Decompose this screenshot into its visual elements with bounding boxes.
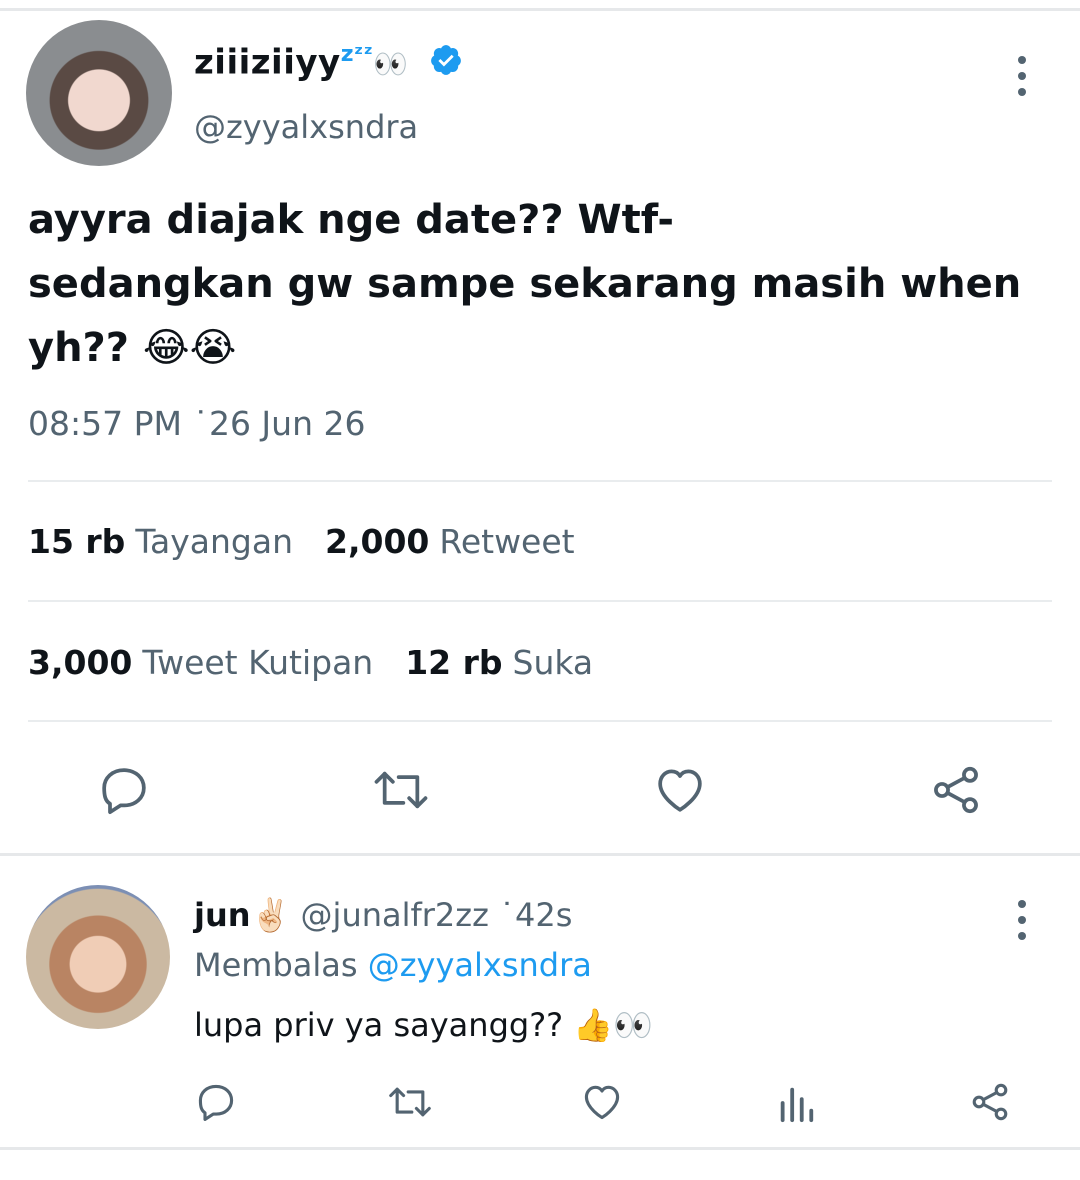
- reply-author-avatar[interactable]: [26, 885, 170, 1029]
- share-icon[interactable]: [968, 1080, 1012, 1124]
- likes-count: 12 rb: [405, 643, 503, 682]
- replying-to: Membalas @zyyalxsndra: [194, 946, 592, 984]
- like-icon[interactable]: [652, 762, 708, 818]
- author-name[interactable]: ziiiziiyyzᶻᶻ👀: [194, 42, 463, 82]
- likes-label: Suka: [512, 643, 594, 682]
- more-options-icon[interactable]: [1016, 56, 1028, 96]
- retweets-stat[interactable]: 2,000 Retweet: [325, 522, 607, 561]
- section-divider: [0, 853, 1080, 856]
- author-handle[interactable]: @zyyalxsndra: [194, 108, 418, 146]
- reply-icon[interactable]: [96, 762, 152, 818]
- views-label: Tayangan: [135, 522, 293, 561]
- views-count: 15 rb: [28, 522, 126, 561]
- top-divider: [0, 0, 1080, 11]
- views-stat[interactable]: 15 rb Tayangan: [28, 522, 325, 561]
- retweet-icon[interactable]: [386, 1080, 434, 1124]
- replying-to-prefix: Membalas: [194, 946, 358, 984]
- divider: [28, 720, 1052, 722]
- author-avatar[interactable]: [26, 20, 172, 166]
- retweets-label: Retweet: [439, 522, 575, 561]
- stats-row-2: 3,000 Tweet Kutipan 12 rb Suka: [28, 643, 625, 682]
- divider: [28, 480, 1052, 482]
- verified-badge-icon: [431, 45, 461, 76]
- author-display-name: ziiiziiyy: [194, 42, 341, 83]
- author-name-emoji: 👀: [373, 47, 409, 81]
- tweet-timestamp[interactable]: 08:57 PM ˙26 Jun 26: [28, 404, 365, 443]
- reply-icon[interactable]: [194, 1080, 238, 1124]
- more-options-icon[interactable]: [1016, 900, 1028, 940]
- quotes-label: Tweet Kutipan: [142, 643, 374, 682]
- quotes-stat[interactable]: 3,000 Tweet Kutipan: [28, 643, 405, 682]
- like-icon[interactable]: [580, 1080, 624, 1124]
- reply-time: ˙42s: [499, 896, 573, 934]
- reply-header: jun✌🏻 @junalfr2zz ˙42s: [194, 896, 572, 934]
- reply-text: lupa priv ya sayangg?? 👍👀: [194, 1006, 654, 1044]
- divider: [28, 600, 1052, 602]
- bottom-divider: [0, 1147, 1080, 1150]
- quotes-count: 3,000: [28, 643, 133, 682]
- retweet-icon[interactable]: [370, 762, 432, 818]
- stats-row-1: 15 rb Tayangan 2,000 Retweet: [28, 522, 607, 561]
- share-icon[interactable]: [928, 762, 984, 818]
- reply-author-name[interactable]: jun✌🏻: [194, 896, 290, 934]
- reply-author-handle[interactable]: @junalfr2zz: [301, 896, 489, 934]
- replying-to-mention[interactable]: @zyyalxsndra: [368, 946, 592, 984]
- analytics-icon[interactable]: [776, 1082, 816, 1124]
- author-name-suffix: zᶻᶻ: [340, 42, 374, 67]
- tweet-text: ayyra diajak nge date?? Wtf- sedangkan g…: [28, 197, 1022, 371]
- likes-stat[interactable]: 12 rb Suka: [405, 643, 625, 682]
- retweets-count: 2,000: [324, 522, 430, 561]
